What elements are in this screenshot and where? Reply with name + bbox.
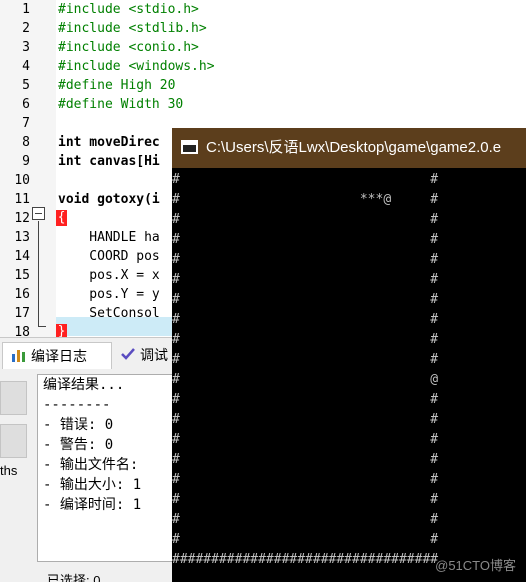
code-line[interactable]: 4 #include <windows.h> bbox=[0, 57, 526, 76]
console-line: # # bbox=[172, 232, 439, 247]
line-number: 6 bbox=[22, 97, 30, 112]
tab-debug-label: 调试 bbox=[140, 347, 168, 363]
code-text: HANDLE ha bbox=[58, 230, 160, 245]
watermark: @51CTO博客 bbox=[435, 558, 516, 573]
console-line: # # bbox=[172, 412, 439, 427]
console-line: # # bbox=[172, 272, 439, 287]
line-number: 14 bbox=[14, 249, 30, 264]
console-app-icon bbox=[181, 140, 198, 154]
log-line: -------- bbox=[43, 397, 111, 413]
code-line[interactable]: 1 #include <stdio.h> bbox=[0, 0, 526, 19]
log-line: 编译结果... bbox=[43, 377, 125, 393]
code-text: SetConsol bbox=[58, 306, 160, 321]
code-text: #include <windows.h> bbox=[58, 59, 215, 74]
line-number: 8 bbox=[22, 135, 30, 150]
line-number: 2 bbox=[22, 21, 30, 36]
line-number: 16 bbox=[14, 287, 30, 302]
console-window[interactable]: C:\Users\反语Lwx\Desktop\game\game2.0.e # … bbox=[172, 128, 526, 582]
side-button-1[interactable] bbox=[0, 381, 27, 415]
console-line: # # bbox=[172, 492, 439, 507]
code-line[interactable]: 2 #include <stdlib.h> bbox=[0, 19, 526, 38]
line-number: 4 bbox=[22, 59, 30, 74]
code-text: #include <stdio.h> bbox=[58, 2, 199, 17]
console-line: # # bbox=[172, 432, 439, 447]
line-number: 12 bbox=[14, 211, 30, 226]
code-text: pos.Y = y bbox=[58, 287, 160, 302]
line-number: 5 bbox=[22, 78, 30, 93]
log-line: - 输出大小: 1 bbox=[43, 477, 142, 493]
line-number: 7 bbox=[22, 116, 30, 131]
code-text: #define High 20 bbox=[58, 78, 176, 93]
code-text: int moveDirec bbox=[58, 135, 160, 150]
console-title: C:\Users\反语Lwx\Desktop\game\game2.0.e bbox=[206, 139, 502, 156]
tab-compile-log[interactable]: 编译日志 bbox=[2, 342, 112, 369]
log-line: - 警告: 0 bbox=[43, 437, 114, 453]
line-number: 3 bbox=[22, 40, 30, 55]
code-text: { bbox=[56, 210, 67, 226]
side-button-2[interactable] bbox=[0, 424, 27, 458]
console-line: # # bbox=[172, 292, 439, 307]
console-line: # # bbox=[172, 392, 439, 407]
code-line[interactable]: 5 #define High 20 bbox=[0, 76, 526, 95]
console-line: # ***@ # bbox=[172, 192, 439, 207]
line-number: 1 bbox=[22, 2, 30, 17]
console-line: # # bbox=[172, 472, 439, 487]
console-output: # # # ***@ # # # # # # # # # # # # # # #… bbox=[172, 168, 526, 582]
log-line: - 输出文件名: bbox=[43, 457, 139, 473]
line-number: 15 bbox=[14, 268, 30, 283]
line-number: 10 bbox=[14, 173, 30, 188]
code-line[interactable]: 6 #define Width 30 bbox=[0, 95, 526, 114]
console-line: # # bbox=[172, 312, 439, 327]
code-text: #include <conio.h> bbox=[58, 40, 199, 55]
line-number: 13 bbox=[14, 230, 30, 245]
code-text: #define Width 30 bbox=[58, 97, 184, 112]
side-label: ths bbox=[0, 463, 18, 478]
console-line: # # bbox=[172, 532, 439, 547]
console-line: # # bbox=[172, 452, 439, 467]
selection-status: 已选择: 0 bbox=[47, 573, 101, 582]
code-text: #include <stdlib.h> bbox=[58, 21, 207, 36]
console-title-bar[interactable]: C:\Users\反语Lwx\Desktop\game\game2.0.e bbox=[172, 128, 526, 168]
console-line: ################################## bbox=[172, 552, 439, 567]
code-text: int canvas[Hi bbox=[58, 154, 160, 169]
log-line: - 编译时间: 1 bbox=[43, 497, 142, 513]
code-line[interactable]: 3 #include <conio.h> bbox=[0, 38, 526, 57]
line-number: 9 bbox=[22, 154, 30, 169]
console-line: # # bbox=[172, 252, 439, 267]
console-line: # # bbox=[172, 512, 439, 527]
line-number: 11 bbox=[14, 192, 30, 207]
console-line: # # bbox=[172, 332, 439, 347]
line-number: 17 bbox=[14, 306, 30, 321]
tab-compile-log-label: 编译日志 bbox=[31, 348, 87, 364]
console-line: # # bbox=[172, 172, 439, 187]
log-line: - 错误: 0 bbox=[43, 417, 114, 433]
console-line: # @ bbox=[172, 372, 439, 387]
code-text: COORD pos bbox=[58, 249, 160, 264]
console-line: # # bbox=[172, 212, 439, 227]
bar-chart-icon bbox=[11, 344, 27, 371]
tab-debug[interactable]: 调试 bbox=[116, 342, 176, 369]
code-text: void gotoxy(i bbox=[58, 192, 160, 207]
code-text: pos.X = x bbox=[58, 268, 160, 283]
checkmark-icon bbox=[120, 343, 136, 370]
console-line: # # bbox=[172, 352, 439, 367]
compile-log-output[interactable]: 编译结果... -------- - 错误: 0 - 警告: 0 - 输出文件名: - 输… bbox=[37, 374, 177, 562]
